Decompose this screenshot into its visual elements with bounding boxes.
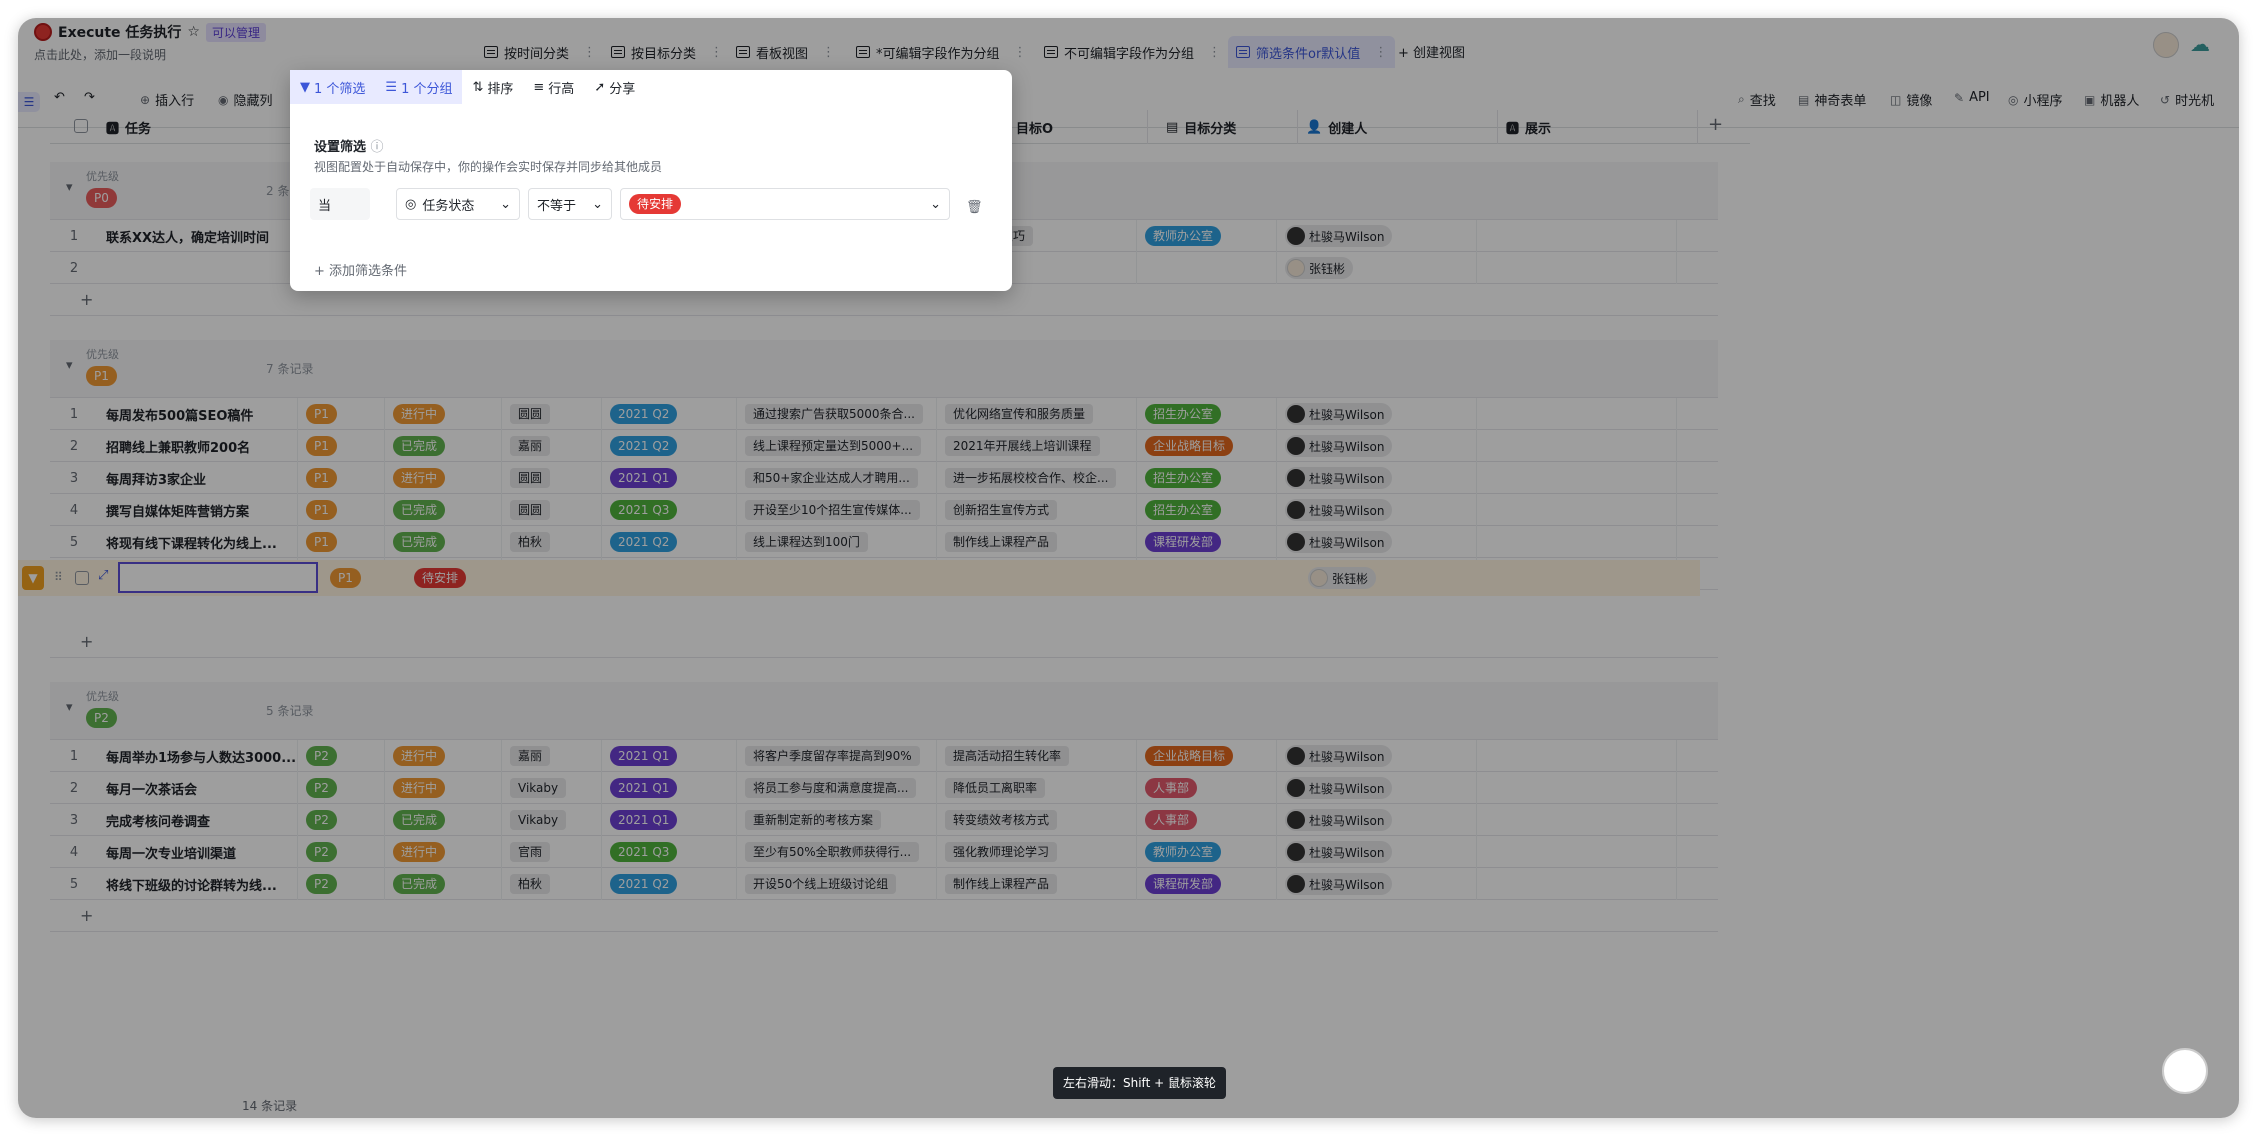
filter-popup: ▼ 1 个筛选 ☰ 1 个分组 ⇅ 排序 ≡ 行高 ➚ 分享 设置筛选 ⓘ 视图配置处于自…	[290, 70, 1012, 291]
sort-tab[interactable]: ⇅ 排序	[462, 70, 523, 104]
scroll-tooltip: 左右滑动：Shift + 鼠标滚轮	[1053, 1067, 1226, 1099]
filter-hint: 视图配置处于自动保存中，你的操作会实时保存并同步给其他成员	[314, 160, 663, 174]
status-field-icon: ◎	[405, 196, 417, 212]
row-height-tab[interactable]: ≡ 行高	[523, 70, 584, 104]
when-label: 当	[310, 188, 370, 220]
help-icon[interactable]: ⓘ	[371, 140, 384, 155]
share-icon: ➚	[594, 79, 606, 95]
operator-select[interactable]: 不等于 ⌄	[528, 188, 612, 220]
app-window: Execute 任务执行 ☆ 可以管理 点击此处，添加一段说明 按时间分类 ⋮ 按目…	[18, 18, 2239, 1118]
group-tab[interactable]: ☰ 1 个分组	[375, 70, 463, 104]
share-tab[interactable]: ➚ 分享	[584, 70, 645, 104]
add-filter-condition-button[interactable]: + 添加筛选条件	[314, 260, 407, 279]
plus-icon: +	[314, 264, 330, 279]
funnel-icon: ▼	[300, 79, 310, 95]
delete-condition-icon[interactable]: 🗑	[966, 200, 983, 215]
value-select[interactable]: 待安排 ⌄	[620, 188, 950, 220]
chevron-down-icon: ⌄	[500, 196, 511, 212]
group-icon: ☰	[385, 79, 398, 95]
sort-icon: ⇅	[472, 79, 484, 95]
assistant-mascot-icon[interactable]	[2162, 1048, 2208, 1094]
filter-title: 设置筛选 ⓘ	[314, 140, 384, 155]
row-height-icon: ≡	[533, 79, 545, 95]
chevron-down-icon: ⌄	[592, 196, 603, 212]
field-select[interactable]: ◎ 任务状态 ⌄	[396, 188, 520, 220]
chevron-down-icon: ⌄	[930, 196, 941, 212]
filter-condition-row: 当 ◎ 任务状态 ⌄ 不等于 ⌄ 待安排 ⌄	[310, 182, 960, 226]
filter-tab[interactable]: ▼ 1 个筛选	[290, 70, 376, 104]
popup-toolbar: ▼ 1 个筛选 ☰ 1 个分组 ⇅ 排序 ≡ 行高 ➚ 分享	[290, 70, 645, 104]
